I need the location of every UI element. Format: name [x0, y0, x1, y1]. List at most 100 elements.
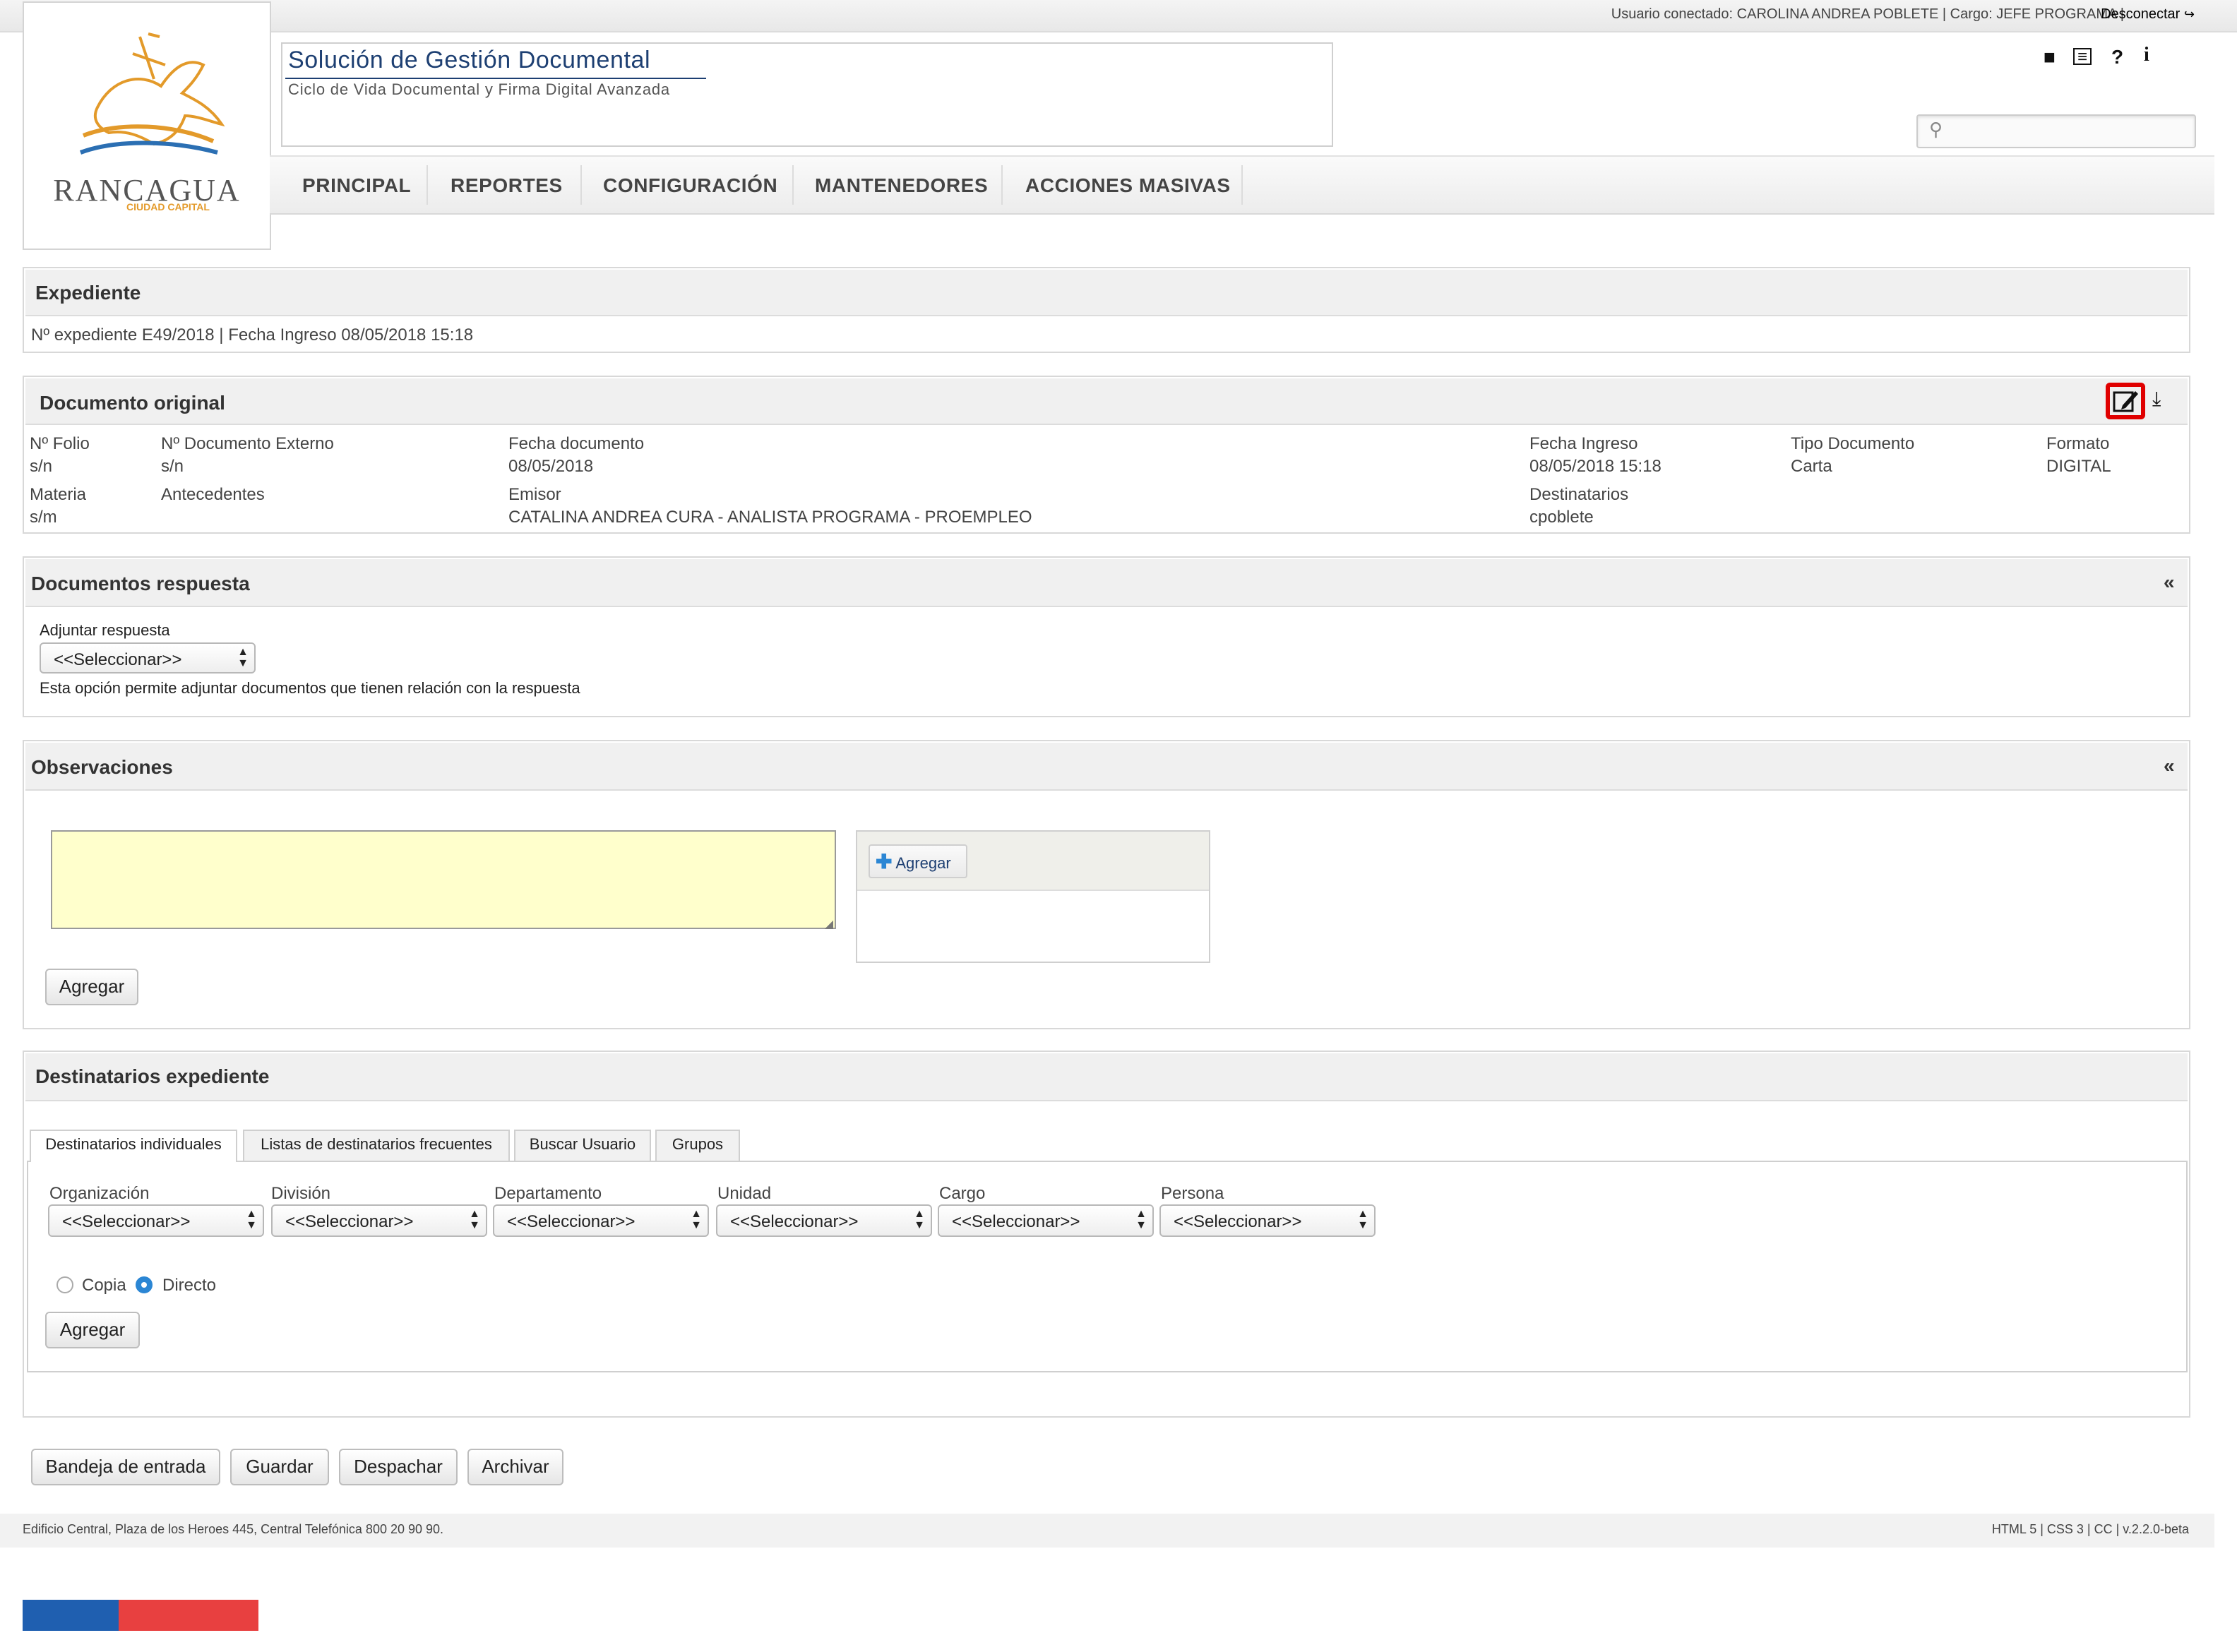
attach-select[interactable]: <<Seleccionar>> ▲ ▼ — [40, 642, 256, 674]
manual-book-icon[interactable]: ■ — [2044, 45, 2056, 68]
upload-add-label: Agregar — [895, 856, 951, 873]
panel-title: Expediente — [35, 281, 141, 304]
app-header: Solución de Gestión Documental Ciclo de … — [281, 42, 1333, 147]
search-input[interactable]: ⚲ — [1916, 114, 2196, 148]
select-value: <<Seleccionar>> — [730, 1211, 859, 1231]
select-arrows-icon: ▲ ▼ — [1135, 1207, 1147, 1231]
select-value: <<Seleccionar>> — [1174, 1211, 1302, 1231]
logout-link[interactable]: Desconectar ↪ — [2101, 7, 2195, 23]
main-nav: PRINCIPAL REPORTES CONFIGURACIÓN MANTENE… — [270, 155, 2214, 215]
radio-directo-label: Directo — [162, 1275, 217, 1295]
add-observation-button[interactable]: Agregar — [45, 969, 138, 1005]
collapse-icon[interactable]: « — [2164, 754, 2175, 777]
filter-label: Unidad — [717, 1183, 772, 1203]
select-arrows-icon: ▲ ▼ — [469, 1207, 480, 1231]
news-icon[interactable]: ≡ — [2073, 48, 2092, 65]
tab-destinatarios-individuales[interactable]: Destinatarios individuales — [30, 1130, 237, 1162]
field-label: Fecha Ingreso — [1529, 433, 1638, 453]
attach-label: Adjuntar respuesta — [40, 623, 170, 640]
app-title: Solución de Gestión Documental — [288, 47, 651, 73]
plus-icon: ✚ — [876, 850, 893, 873]
panel-title: Destinatarios expediente — [35, 1065, 270, 1087]
logo-tagline: CIUDAD CAPITAL — [126, 203, 210, 213]
download-icon[interactable]: ⤓ — [2152, 387, 2161, 411]
nav-mantenedores[interactable]: MANTENEDORES — [815, 174, 988, 196]
documentos-respuesta-panel: Documentos respuesta « Adjuntar respuest… — [23, 556, 2190, 717]
filter-label: Departamento — [494, 1183, 602, 1203]
field-label: Emisor — [508, 484, 561, 504]
field-value: cpoblete — [1529, 507, 1594, 527]
select-arrows-icon: ▲ ▼ — [237, 645, 249, 669]
nav-reportes[interactable]: REPORTES — [451, 174, 563, 196]
footer-version: HTML 5 | CSS 3 | CC | v.2.2.0-beta — [1991, 1522, 2189, 1536]
logout-label: Desconectar — [2101, 7, 2181, 23]
field-label: Destinatarios — [1529, 484, 1629, 504]
radio-directo[interactable] — [136, 1276, 153, 1293]
filter-label: Organización — [49, 1183, 150, 1203]
user-info: Usuario conectado: CAROLINA ANDREA POBLE… — [1611, 7, 2124, 23]
select-value: <<Seleccionar>> — [952, 1211, 1080, 1231]
app-subtitle: Ciclo de Vida Documental y Firma Digital… — [288, 82, 670, 99]
logo: RANCAGUA CIUDAD CAPITAL — [23, 1, 271, 250]
panel-header: Expediente — [25, 270, 2188, 316]
tab-listas-frecuentes[interactable]: Listas de destinatarios frecuentes — [243, 1130, 510, 1161]
inbox-button[interactable]: Bandeja de entrada — [31, 1449, 220, 1485]
field-value: s/n — [30, 456, 53, 476]
footer: Edificio Central, Plaza de los Heroes 44… — [0, 1514, 2214, 1548]
tab-buscar-usuario[interactable]: Buscar Usuario — [514, 1130, 651, 1161]
organizacion-select[interactable]: <<Seleccionar>> ▲ ▼ — [48, 1204, 264, 1237]
field-label: Tipo Documento — [1791, 433, 1915, 453]
field-value: 08/05/2018 — [508, 456, 594, 476]
division-select[interactable]: <<Seleccionar>> ▲ ▼ — [271, 1204, 487, 1237]
persona-select[interactable]: <<Seleccionar>> ▲ ▼ — [1159, 1204, 1376, 1237]
archive-button[interactable]: Archivar — [467, 1449, 563, 1485]
field-label: Fecha documento — [508, 433, 645, 453]
unidad-select[interactable]: <<Seleccionar>> ▲ ▼ — [716, 1204, 932, 1237]
panel-header: Observaciones « — [25, 743, 2188, 791]
collapse-icon[interactable]: « — [2164, 570, 2175, 593]
nav-principal[interactable]: PRINCIPAL — [302, 174, 411, 196]
horse-rider-logo-icon — [79, 32, 225, 155]
nav-configuracion[interactable]: CONFIGURACIÓN — [603, 174, 777, 196]
tab-content — [27, 1161, 2188, 1372]
nav-divider — [1001, 165, 1003, 205]
save-button[interactable]: Guardar — [230, 1449, 329, 1485]
departamento-select[interactable]: <<Seleccionar>> ▲ ▼ — [493, 1204, 709, 1237]
edit-icon[interactable] — [2106, 383, 2145, 419]
field-label: Materia — [30, 484, 87, 504]
field-label: Antecedentes — [161, 484, 265, 504]
field-label: Formato — [2046, 433, 2110, 453]
info-icon[interactable]: i — [2144, 45, 2149, 68]
nav-divider — [792, 165, 794, 205]
upload-add-button[interactable]: ✚ Agregar — [869, 844, 967, 878]
expediente-panel: Expediente Nº expediente E49/2018 | Fech… — [23, 267, 2190, 353]
footer-address: Edificio Central, Plaza de los Heroes 44… — [23, 1522, 444, 1536]
attach-hint: Esta opción permite adjuntar documentos … — [40, 681, 580, 698]
tab-grupos[interactable]: Grupos — [655, 1130, 740, 1161]
observation-textarea[interactable]: ◢ — [51, 830, 836, 930]
filter-label: Persona — [1161, 1183, 1224, 1203]
panel-title: Observaciones — [31, 755, 173, 778]
radio-copia[interactable] — [56, 1276, 73, 1293]
flag-red — [119, 1600, 258, 1631]
panel-header: Documento original ⤓ — [25, 378, 2188, 425]
resize-handle-icon[interactable]: ◢ — [825, 918, 833, 930]
select-arrows-icon: ▲ ▼ — [246, 1207, 257, 1231]
help-icon[interactable]: ? — [2111, 45, 2123, 68]
observaciones-panel: Observaciones « ◢ ✚ Agregar Agregar — [23, 740, 2190, 1029]
cargo-select[interactable]: <<Seleccionar>> ▲ ▼ — [938, 1204, 1154, 1237]
panel-header: Documentos respuesta « — [25, 559, 2188, 607]
panel-title: Documento original — [40, 391, 225, 414]
dispatch-button[interactable]: Despachar — [339, 1449, 458, 1485]
field-value: 08/05/2018 15:18 — [1529, 456, 1662, 476]
nav-divider — [580, 165, 582, 205]
add-recipient-button[interactable]: Agregar — [45, 1312, 140, 1348]
upload-box: ✚ Agregar — [856, 830, 1210, 963]
select-arrows-icon: ▲ ▼ — [914, 1207, 925, 1231]
select-arrows-icon: ▲ ▼ — [691, 1207, 702, 1231]
expediente-info: Nº expediente E49/2018 | Fecha Ingreso 0… — [31, 325, 474, 345]
field-value: CATALINA ANDREA CURA - ANALISTA PROGRAMA… — [508, 507, 1032, 527]
nav-acciones-masivas[interactable]: ACCIONES MASIVAS — [1025, 174, 1231, 196]
select-arrows-icon: ▲ ▼ — [1357, 1207, 1368, 1231]
title-underline — [285, 78, 706, 79]
